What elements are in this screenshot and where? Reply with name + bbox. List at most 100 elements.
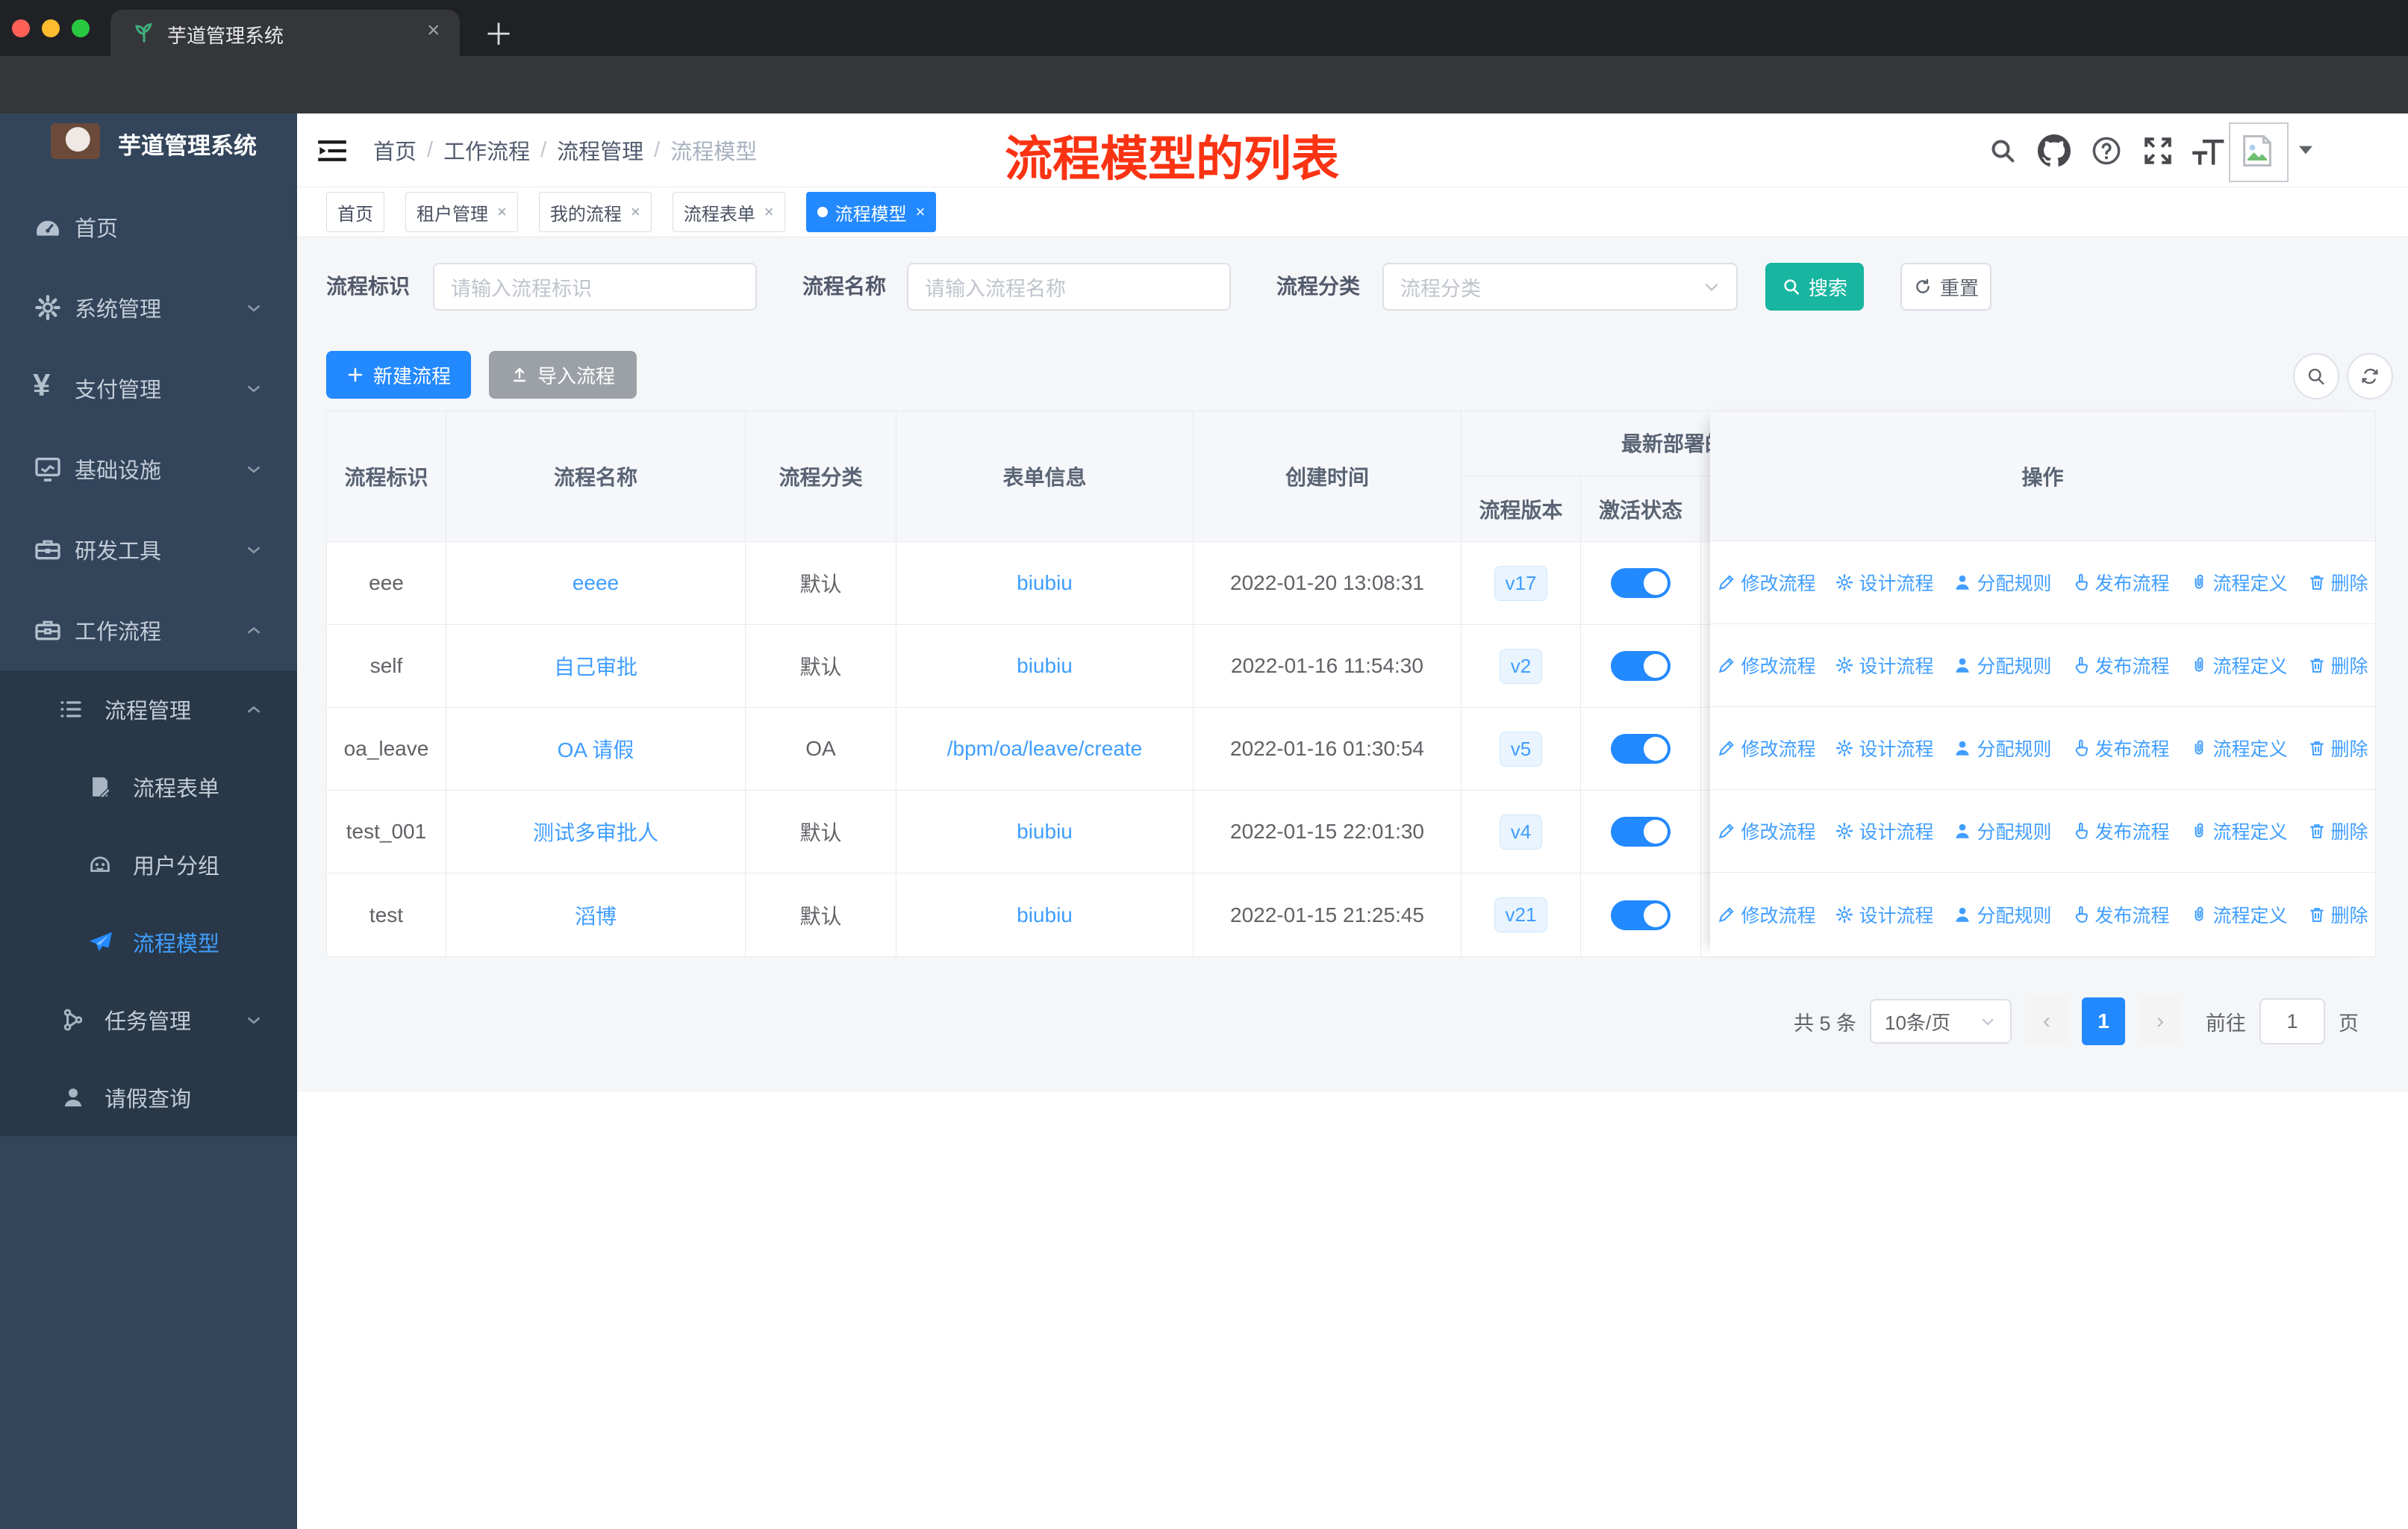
tag-close-icon[interactable]: ×: [916, 202, 926, 222]
table-search-toggle-button[interactable]: [2293, 353, 2339, 399]
action-label[interactable]: 删除: [2331, 652, 2368, 679]
action-label[interactable]: 修改流程: [1741, 652, 1815, 679]
action-label[interactable]: 设计流程: [1859, 901, 1933, 928]
action-label[interactable]: 流程定义: [2213, 569, 2288, 596]
action-label[interactable]: 分配规则: [1977, 735, 2051, 762]
fullscreen-icon[interactable]: [2142, 135, 2174, 166]
design-process-action[interactable]: 设计流程: [1835, 652, 1933, 679]
form-info-link[interactable]: biubiu: [1017, 903, 1073, 927]
sidebar-item-label[interactable]: 首页: [75, 211, 118, 243]
assign-rule-action[interactable]: 分配规则: [1953, 569, 2052, 596]
tag-home[interactable]: 首页: [326, 192, 384, 232]
sidebar-item-label[interactable]: 任务管理: [105, 1004, 191, 1036]
import-button-label[interactable]: 导入流程: [537, 361, 615, 389]
search-icon[interactable]: [1988, 136, 2018, 166]
action-label[interactable]: 删除: [2331, 569, 2368, 596]
process-name-link[interactable]: 自己审批: [554, 651, 637, 681]
sidebar-item-home[interactable]: 首页: [0, 187, 297, 267]
sidebar-item-system[interactable]: 系统管理: [0, 267, 297, 348]
assign-rule-action[interactable]: 分配规则: [1953, 735, 2052, 762]
user-caret-icon[interactable]: [2298, 143, 2314, 157]
search-button[interactable]: 搜索: [1765, 263, 1864, 311]
active-state-toggle[interactable]: [1611, 734, 1671, 764]
design-process-action[interactable]: 设计流程: [1835, 818, 1933, 844]
action-label[interactable]: 设计流程: [1859, 818, 1933, 844]
publish-process-action[interactable]: 发布流程: [2071, 652, 2170, 679]
import-process-button[interactable]: 导入流程: [489, 351, 637, 399]
version-badge[interactable]: v4: [1499, 814, 1543, 850]
process-definition-action[interactable]: 流程定义: [2189, 569, 2288, 596]
sidebar-item-label[interactable]: 流程模型: [133, 927, 219, 958]
process-name-link[interactable]: OA 请假: [558, 734, 634, 764]
action-label[interactable]: 分配规则: [1977, 901, 2051, 928]
page-size-value[interactable]: 10条/页: [1885, 1008, 1950, 1036]
filter-category-select[interactable]: 流程分类: [1382, 263, 1738, 311]
assign-rule-action[interactable]: 分配规则: [1953, 818, 2052, 844]
action-label[interactable]: 修改流程: [1741, 818, 1815, 844]
publish-process-action[interactable]: 发布流程: [2071, 901, 2170, 928]
active-state-toggle[interactable]: [1611, 568, 1671, 598]
macos-minimize-button[interactable]: [42, 19, 60, 37]
delete-action[interactable]: 删除: [2307, 652, 2368, 679]
create-process-button[interactable]: 新建流程: [326, 351, 471, 399]
goto-page-input[interactable]: 1: [2259, 998, 2325, 1044]
font-size-icon[interactable]: [2192, 137, 2227, 166]
next-page-button[interactable]: ›: [2139, 997, 2182, 1045]
form-info-link[interactable]: biubiu: [1017, 654, 1073, 678]
tag-label[interactable]: 首页: [337, 199, 373, 225]
sidebar-item-label[interactable]: 系统管理: [75, 292, 161, 323]
process-name-link[interactable]: 测试多审批人: [533, 817, 658, 847]
action-label[interactable]: 流程定义: [2213, 735, 2288, 762]
action-label[interactable]: 发布流程: [2095, 901, 2170, 928]
breadcrumb-item[interactable]: 首页: [373, 134, 417, 166]
version-badge[interactable]: v2: [1499, 648, 1543, 684]
sidebar-item-infrastructure[interactable]: 基础设施: [0, 429, 297, 509]
tag-process-form[interactable]: 流程表单 ×: [672, 192, 785, 232]
reset-button[interactable]: 重置: [1900, 263, 1991, 311]
action-label[interactable]: 删除: [2331, 818, 2368, 844]
create-button-label[interactable]: 新建流程: [373, 361, 451, 389]
action-label[interactable]: 修改流程: [1741, 569, 1815, 596]
assign-rule-action[interactable]: 分配规则: [1953, 652, 2052, 679]
new-tab-button[interactable]: ＋: [484, 10, 514, 54]
process-definition-action[interactable]: 流程定义: [2189, 901, 2288, 928]
process-definition-action[interactable]: 流程定义: [2189, 735, 2288, 762]
macos-zoom-button[interactable]: [72, 19, 90, 37]
action-label[interactable]: 分配规则: [1977, 652, 2051, 679]
active-state-toggle[interactable]: [1611, 900, 1671, 930]
tag-process-model[interactable]: 流程模型 ×: [805, 192, 937, 232]
action-label[interactable]: 删除: [2331, 735, 2368, 762]
tag-label[interactable]: 流程表单: [684, 199, 755, 225]
table-refresh-button[interactable]: [2347, 353, 2393, 399]
action-label[interactable]: 删除: [2331, 901, 2368, 928]
breadcrumb-item[interactable]: 流程管理: [557, 134, 643, 166]
action-label[interactable]: 修改流程: [1741, 735, 1815, 762]
action-label[interactable]: 分配规则: [1977, 818, 2051, 844]
version-badge[interactable]: v17: [1494, 565, 1548, 601]
sidebar-item-label[interactable]: 工作流程: [75, 614, 161, 646]
sidebar-item-label[interactable]: 基础设施: [75, 453, 161, 485]
sidebar-item-label[interactable]: 支付管理: [75, 373, 161, 404]
tab-close-icon[interactable]: ×: [427, 18, 440, 43]
sidebar-item-leave-query[interactable]: 请假查询: [0, 1059, 297, 1136]
current-page-button[interactable]: 1: [2082, 997, 2125, 1045]
modify-process-action[interactable]: 修改流程: [1717, 901, 1815, 928]
form-info-link[interactable]: /bpm/oa/leave/create: [947, 737, 1143, 761]
delete-action[interactable]: 删除: [2307, 569, 2368, 596]
action-label[interactable]: 发布流程: [2095, 818, 2170, 844]
version-badge[interactable]: v5: [1499, 731, 1543, 767]
sidebar-item-process-management[interactable]: 流程管理: [0, 670, 297, 748]
action-label[interactable]: 设计流程: [1859, 735, 1933, 762]
sidebar-item-label[interactable]: 请假查询: [105, 1082, 191, 1113]
help-icon[interactable]: [2091, 135, 2122, 166]
tag-close-icon[interactable]: ×: [764, 202, 774, 222]
action-label[interactable]: 修改流程: [1741, 901, 1815, 928]
publish-process-action[interactable]: 发布流程: [2071, 569, 2170, 596]
modify-process-action[interactable]: 修改流程: [1717, 569, 1815, 596]
sidebar-item-workflow[interactable]: 工作流程: [0, 590, 297, 670]
sidebar-item-label[interactable]: 流程表单: [133, 771, 219, 803]
version-badge[interactable]: v21: [1494, 897, 1548, 932]
action-label[interactable]: 发布流程: [2095, 652, 2170, 679]
publish-process-action[interactable]: 发布流程: [2071, 818, 2170, 844]
design-process-action[interactable]: 设计流程: [1835, 901, 1933, 928]
